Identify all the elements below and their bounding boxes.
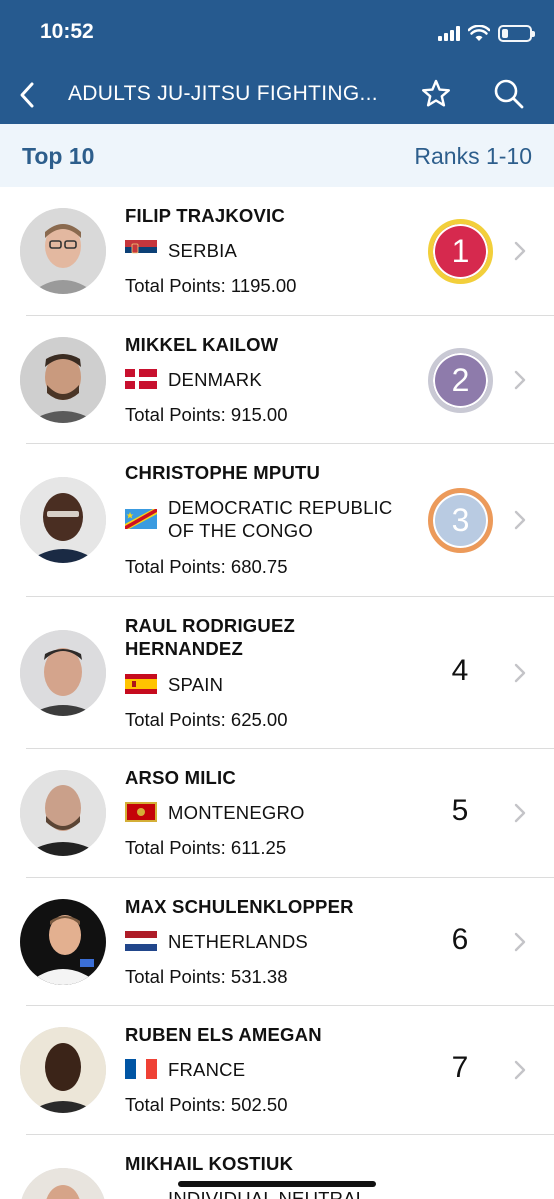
avatar xyxy=(20,899,106,985)
total-points: Total Points: 531.38 xyxy=(125,966,288,987)
athlete-name: MIKHAIL KOSTIUK xyxy=(125,1153,294,1174)
athlete-name: MIKKEL KAILOW xyxy=(125,334,279,355)
netherlands-flag-icon xyxy=(125,931,157,951)
cellular-signal-icon xyxy=(438,25,460,41)
status-time: 10:52 xyxy=(40,20,94,43)
athlete-country: MONTENEGRO xyxy=(168,802,305,823)
total-points: Total Points: 1195.00 xyxy=(125,275,297,296)
athlete-name: RUBEN ELS AMEGAN xyxy=(125,1024,322,1045)
rank-number: 4 xyxy=(451,654,469,687)
athlete-country: FRANCE xyxy=(168,1059,246,1080)
rank-number: 1 xyxy=(451,233,470,269)
status-icons xyxy=(438,22,535,44)
chevron-right-icon xyxy=(514,932,526,952)
battery-icon xyxy=(498,24,535,42)
chevron-right-icon xyxy=(514,803,526,823)
chevron-right-icon xyxy=(514,663,526,683)
athlete-row[interactable]: CHRISTOPHE MPUTU DEMOCRATIC REPUBLIC OF … xyxy=(0,444,554,596)
athlete-country: INDIVIDUAL NEUTRAL xyxy=(168,1188,367,1199)
rank-number: 3 xyxy=(451,502,470,538)
rank-number: 6 xyxy=(451,923,469,956)
spain-flag-icon xyxy=(125,674,157,694)
rank-number: 2 xyxy=(451,362,470,398)
athlete-row[interactable]: ARSO MILIC MONTENEGRO Total Points: 611.… xyxy=(0,749,554,877)
athlete-country: SPAIN xyxy=(168,674,224,695)
star-icon xyxy=(422,79,450,107)
france-flag-icon xyxy=(125,1059,157,1079)
chevron-right-icon xyxy=(514,241,526,261)
total-points: Total Points: 915.00 xyxy=(125,404,288,425)
athlete-name-line-2: HERNANDEZ xyxy=(125,638,243,659)
ranks-range-label: Ranks 1-10 xyxy=(414,143,532,169)
athlete-row[interactable]: MIKKEL KAILOW DENMARK Total Points: 915.… xyxy=(0,316,554,444)
wifi-icon xyxy=(468,24,490,41)
athlete-country: SERBIA xyxy=(168,240,238,261)
athlete-row[interactable]: MAX SCHULENKLOPPER NETHERLANDS Total Poi… xyxy=(0,878,554,1006)
athlete-row[interactable]: RUBEN ELS AMEGAN FRANCE Total Points: 50… xyxy=(0,1006,554,1134)
denmark-flag-icon xyxy=(125,369,157,389)
dr-congo-flag-icon xyxy=(125,509,157,529)
athlete-row[interactable]: RAUL RODRIGUEZ HERNANDEZ SPAIN Total Poi… xyxy=(0,597,554,749)
avatar xyxy=(20,630,106,716)
top-10-label: Top 10 xyxy=(22,143,95,169)
silver-rank-badge: 2 xyxy=(428,348,493,413)
athlete-row[interactable]: FILIP TRAJKOVIC SERBIA Total Points: 119… xyxy=(0,187,554,316)
back-button[interactable] xyxy=(12,75,42,115)
athlete-name: CHRISTOPHE MPUTU xyxy=(125,462,321,483)
favorite-button[interactable] xyxy=(418,76,454,112)
avatar xyxy=(20,337,106,423)
total-points: Total Points: 625.00 xyxy=(125,709,288,730)
rank-number: 5 xyxy=(451,794,469,827)
athlete-country-line-2: OF THE CONGO xyxy=(168,520,313,541)
athlete-country: DENMARK xyxy=(168,369,262,390)
athlete-name: ARSO MILIC xyxy=(125,767,236,788)
app-header: 10:52 ADULTS JU-JITSU FIGHTING... xyxy=(0,0,554,124)
chevron-right-icon xyxy=(514,510,526,530)
athlete-name-line-1: RAUL RODRIGUEZ xyxy=(125,615,295,636)
avatar xyxy=(20,1168,106,1199)
total-points: Total Points: 502.50 xyxy=(125,1094,288,1115)
serbia-flag-icon xyxy=(125,240,157,260)
total-points: Total Points: 680.75 xyxy=(125,556,288,577)
chevron-right-icon xyxy=(514,370,526,390)
chevron-right-icon xyxy=(514,1060,526,1080)
page-title: ADULTS JU-JITSU FIGHTING... xyxy=(68,82,378,105)
avatar xyxy=(20,477,106,563)
avatar xyxy=(20,208,106,294)
search-button[interactable] xyxy=(491,76,527,112)
chevron-left-icon xyxy=(20,82,34,108)
athlete-name: FILIP TRAJKOVIC xyxy=(125,205,285,226)
gold-rank-badge: 1 xyxy=(428,219,493,284)
athlete-country-line-1: DEMOCRATIC REPUBLIC xyxy=(168,497,393,518)
athlete-row[interactable]: MIKHAIL KOSTIUK INDIVIDUAL NEUTRAL xyxy=(0,1135,554,1199)
total-points: Total Points: 611.25 xyxy=(125,837,287,858)
athlete-country: NETHERLANDS xyxy=(168,931,308,952)
avatar xyxy=(20,770,106,856)
avatar xyxy=(20,1027,106,1113)
search-icon xyxy=(494,79,524,109)
bronze-rank-badge: 3 xyxy=(428,488,493,553)
montenegro-flag-icon xyxy=(125,802,157,822)
rank-number: 7 xyxy=(451,1051,469,1084)
athlete-name: MAX SCHULENKLOPPER xyxy=(125,896,354,917)
home-indicator[interactable] xyxy=(178,1181,376,1187)
